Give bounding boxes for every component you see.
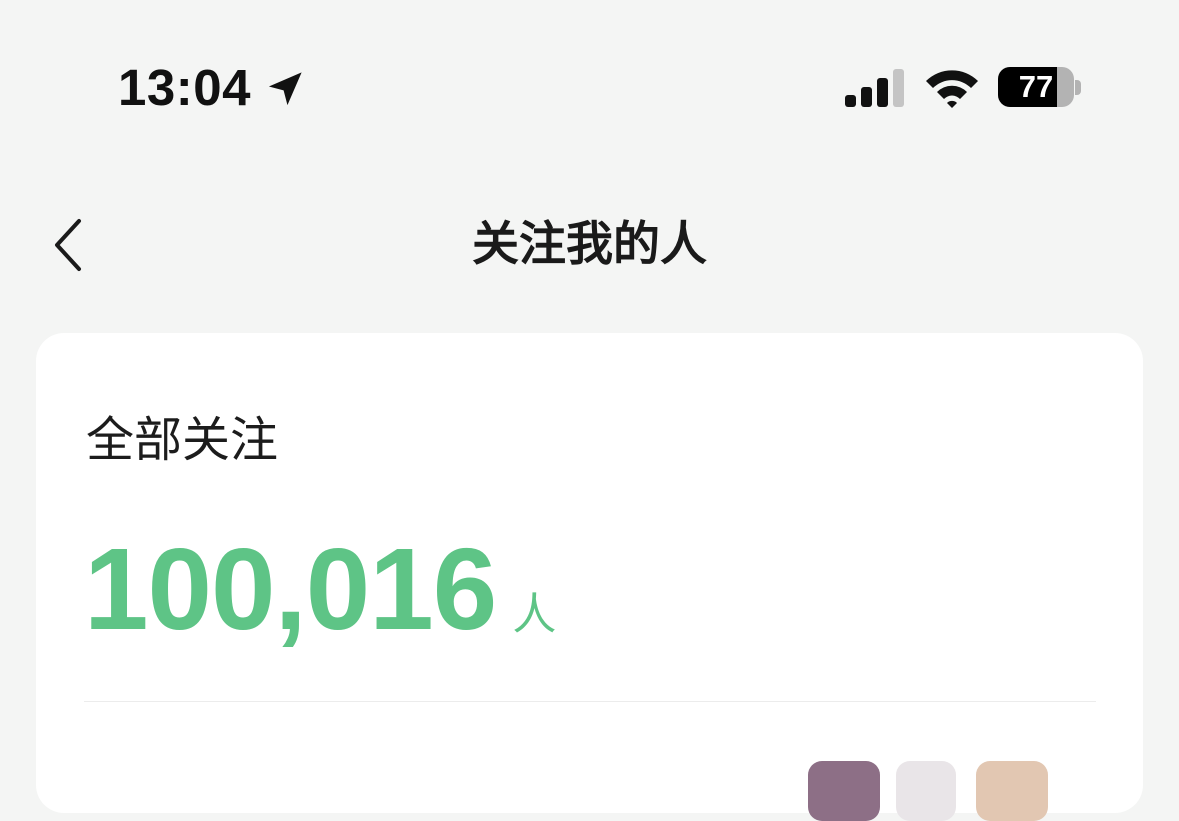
battery-indicator: 77 bbox=[998, 67, 1082, 109]
wifi-icon bbox=[926, 70, 978, 108]
avatar bbox=[896, 761, 956, 821]
follower-count-row: 100,016 人 bbox=[84, 529, 556, 649]
navigation-bar: 关注我的人 bbox=[0, 190, 1179, 300]
cellular-signal-icon bbox=[845, 69, 904, 107]
divider bbox=[84, 701, 1096, 702]
follower-avatars[interactable] bbox=[808, 761, 1058, 821]
battery-body: 77 bbox=[998, 67, 1074, 107]
avatar bbox=[976, 761, 1048, 821]
follower-count: 100,016 bbox=[84, 524, 497, 654]
followers-summary-card: 全部关注 100,016 人 bbox=[36, 333, 1143, 821]
status-bar: 13:04 77 bbox=[0, 0, 1179, 150]
page-title: 关注我的人 bbox=[472, 217, 707, 272]
follower-count-unit: 人 bbox=[512, 589, 557, 640]
card-title: 全部关注 bbox=[86, 412, 279, 468]
battery-cap bbox=[1075, 80, 1081, 95]
location-arrow-icon bbox=[268, 72, 302, 106]
battery-level: 77 bbox=[1018, 69, 1054, 104]
status-time: 13:04 bbox=[118, 59, 251, 116]
avatar bbox=[808, 761, 880, 821]
